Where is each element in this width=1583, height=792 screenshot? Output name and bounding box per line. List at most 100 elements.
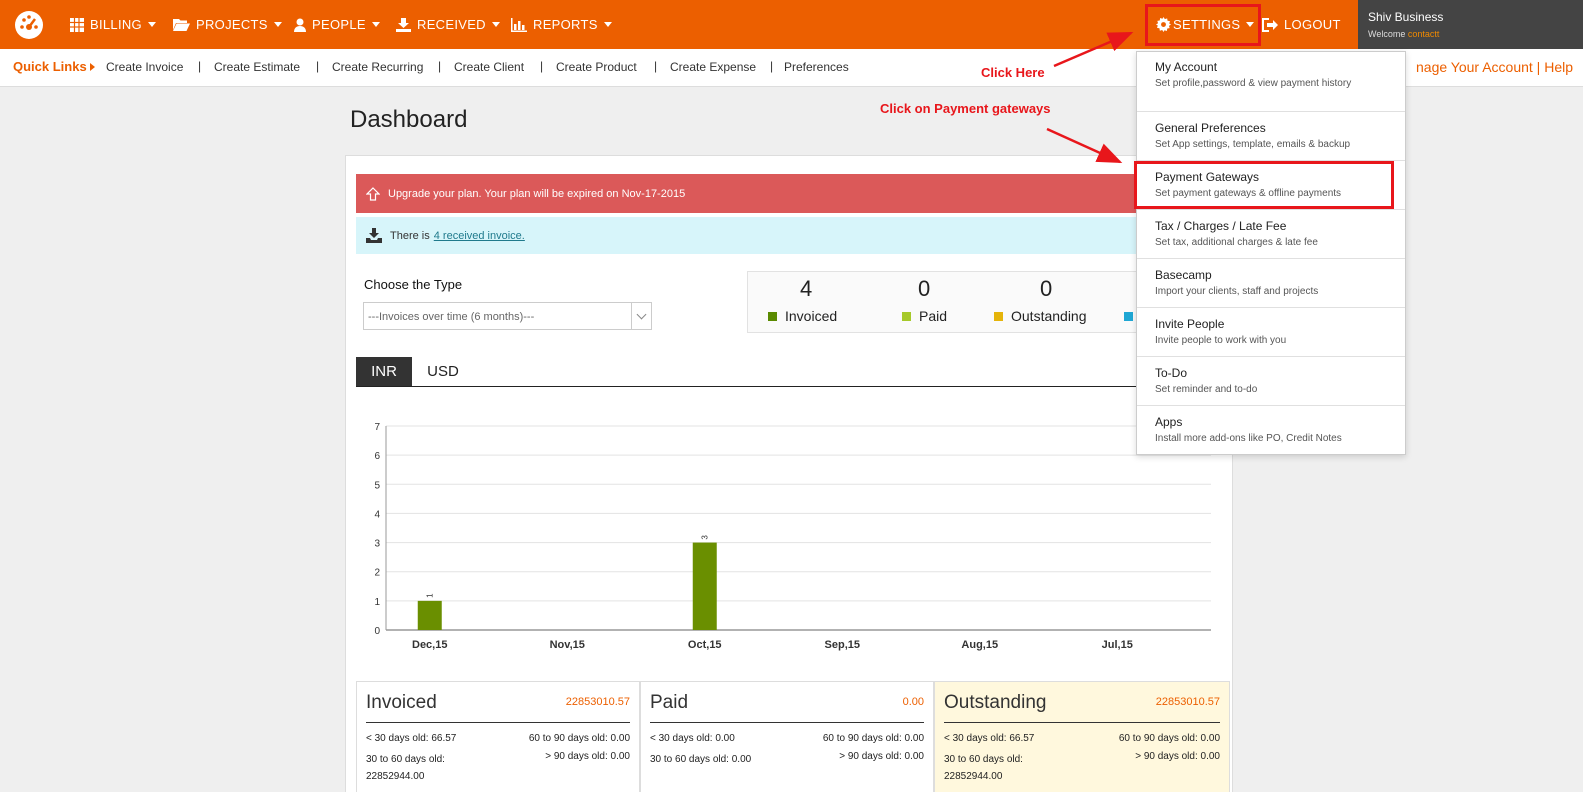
chevron-down-icon — [147, 22, 156, 27]
menu-item-apps[interactable]: Apps Install more add-ons like PO, Credi… — [1137, 406, 1405, 454]
card-invoiced-total: 22853010.57 — [565, 696, 630, 708]
chart-bar — [417, 600, 442, 630]
nav-people-label: PEOPLE — [312, 17, 366, 32]
divider — [366, 722, 630, 723]
chart-bar — [692, 542, 717, 630]
user-name: Shiv Business — [1368, 10, 1444, 24]
user-icon — [294, 18, 306, 32]
username-link[interactable]: contactt — [1408, 29, 1440, 39]
ql-separator: | — [438, 59, 442, 73]
chart-type-select-value: ---Invoices over time (6 months)--- — [368, 311, 535, 323]
menu-item-desc: Invite people to work with you — [1155, 335, 1287, 346]
menu-item-desc: Set tax, additional charges & late fee — [1155, 237, 1318, 248]
dashboard-logo-icon[interactable] — [14, 10, 44, 40]
stats-summary: 4 Invoiced 0 Paid 0 Outstanding — [747, 271, 1167, 333]
y-tick-label: 0 — [374, 626, 380, 637]
ql-create-product[interactable]: Create Product — [556, 60, 637, 74]
card-paid-gt90: > 90 days old: 0.00 — [839, 751, 924, 762]
divider — [650, 722, 924, 723]
choose-type-label: Choose the Type — [364, 277, 463, 292]
ql-create-recurring[interactable]: Create Recurring — [332, 60, 423, 74]
y-tick-label: 7 — [374, 422, 380, 433]
manage-account-help-link[interactable]: nage Your Account | Help — [1416, 59, 1573, 75]
y-tick-label: 2 — [374, 568, 380, 579]
card-outstanding-30-60: 30 to 60 days old: 22852944.00 — [944, 754, 1023, 782]
annotation-click-here: Click Here — [981, 65, 1045, 80]
card-outstanding-60-90: 60 to 90 days old: 0.00 — [1118, 733, 1220, 744]
stat-invoiced-value: 4 — [800, 276, 813, 301]
menu-item-basecamp[interactable]: Basecamp Import your clients, staff and … — [1137, 259, 1405, 308]
ql-separator: | — [770, 59, 774, 73]
card-paid-60-90: 60 to 90 days old: 0.00 — [822, 733, 924, 744]
menu-item-my-account[interactable]: My Account Set profile,password & view p… — [1137, 52, 1405, 112]
card-outstanding-lt30: < 30 days old: 66.57 — [944, 733, 1035, 744]
x-tick-label: Aug,15 — [961, 639, 998, 651]
legend-swatch-invoiced — [768, 312, 777, 321]
menu-item-general-preferences[interactable]: General Preferences Set App settings, te… — [1137, 112, 1405, 161]
card-paid-total: 0.00 — [902, 696, 924, 708]
ql-separator: | — [540, 59, 544, 73]
y-tick-label: 5 — [374, 480, 380, 491]
card-invoiced-30-60: 30 to 60 days old: 22852944.00 — [366, 754, 445, 782]
menu-item-desc: Set App settings, template, emails & bac… — [1155, 139, 1351, 150]
menu-item-title: Apps — [1155, 415, 1183, 429]
nav-received-label: RECEIVED — [417, 17, 486, 32]
x-tick-label: Nov,15 — [550, 639, 585, 651]
card-paid-lt30: < 30 days old: 0.00 — [650, 733, 735, 744]
card-invoiced-gt90: > 90 days old: 0.00 — [545, 751, 630, 762]
user-info: Shiv Business Welcome contactt — [1358, 0, 1583, 49]
nav-logout-label: LOGOUT — [1284, 17, 1341, 32]
menu-item-desc: Install more add-ons like PO, Credit Not… — [1155, 433, 1342, 444]
card-outstanding: Outstanding 22853010.57 < 30 days old: 6… — [934, 681, 1230, 792]
ql-create-expense[interactable]: Create Expense — [670, 60, 756, 74]
nav-logout[interactable]: LOGOUT — [1262, 0, 1341, 49]
table-grid-icon — [70, 17, 84, 32]
ql-create-invoice[interactable]: Create Invoice — [106, 60, 183, 74]
menu-item-title: Tax / Charges / Late Fee — [1155, 219, 1287, 233]
received-invoice-link[interactable]: 4 received invoice. — [434, 230, 525, 242]
chevron-down-icon — [631, 303, 651, 329]
x-tick-label: Sep,15 — [825, 639, 860, 651]
menu-item-title: Basecamp — [1155, 268, 1212, 282]
tab-inr[interactable]: INR — [356, 357, 412, 386]
menu-item-invite-people[interactable]: Invite People Invite people to work with… — [1137, 308, 1405, 357]
currency-tabs: INR USD — [356, 357, 1236, 387]
welcome-label: Welcome — [1368, 29, 1406, 39]
ql-create-estimate[interactable]: Create Estimate — [214, 60, 300, 74]
nav-received[interactable]: RECEIVED — [396, 0, 500, 49]
ql-preferences[interactable]: Preferences — [784, 60, 849, 74]
stat-paid-text: Paid — [919, 308, 948, 324]
nav-people[interactable]: PEOPLE — [294, 0, 380, 49]
annotation-click-payment: Click on Payment gateways — [880, 101, 1051, 116]
bar-data-label: 3 — [701, 535, 710, 540]
ql-create-client[interactable]: Create Client — [454, 60, 524, 74]
quick-links-label-text: Quick Links — [13, 59, 87, 74]
menu-item-todo[interactable]: To-Do Set reminder and to-do — [1137, 357, 1405, 406]
menu-item-desc: Set reminder and to-do — [1155, 384, 1258, 395]
settings-highlight-box — [1145, 4, 1261, 46]
folder-open-icon — [173, 18, 190, 31]
chart-type-select[interactable]: ---Invoices over time (6 months)--- — [363, 302, 652, 330]
settings-dropdown-menu: My Account Set profile,password & view p… — [1136, 51, 1406, 455]
legend-swatch-outstanding — [994, 312, 1003, 321]
card-invoiced: Invoiced 22853010.57 < 30 days old: 66.5… — [356, 681, 640, 792]
menu-item-desc: Set profile,password & view payment hist… — [1155, 78, 1352, 89]
received-alert-prefix: There is — [390, 229, 430, 242]
tab-usd[interactable]: USD — [418, 357, 468, 386]
y-tick-label: 6 — [374, 451, 380, 462]
upgrade-alert-text: Upgrade your plan. Your plan will be exp… — [388, 187, 686, 200]
x-tick-label: Oct,15 — [688, 639, 722, 651]
nav-billing[interactable]: BILLING — [70, 0, 156, 49]
card-outstanding-title: Outstanding — [944, 692, 1047, 713]
menu-item-tax-charges[interactable]: Tax / Charges / Late Fee Set tax, additi… — [1137, 210, 1405, 259]
nav-projects[interactable]: PROJECTS — [173, 0, 282, 49]
menu-item-title: Invite People — [1155, 317, 1225, 331]
y-tick-label: 3 — [374, 539, 380, 550]
y-tick-label: 1 — [374, 597, 380, 608]
user-welcome: Welcome contactt — [1368, 29, 1439, 39]
bar-data-label: 1 — [426, 593, 435, 598]
ql-separator: | — [316, 59, 320, 73]
menu-item-title: To-Do — [1155, 366, 1188, 380]
card-paid-title: Paid — [650, 692, 689, 713]
nav-reports[interactable]: REPORTS — [511, 0, 612, 49]
